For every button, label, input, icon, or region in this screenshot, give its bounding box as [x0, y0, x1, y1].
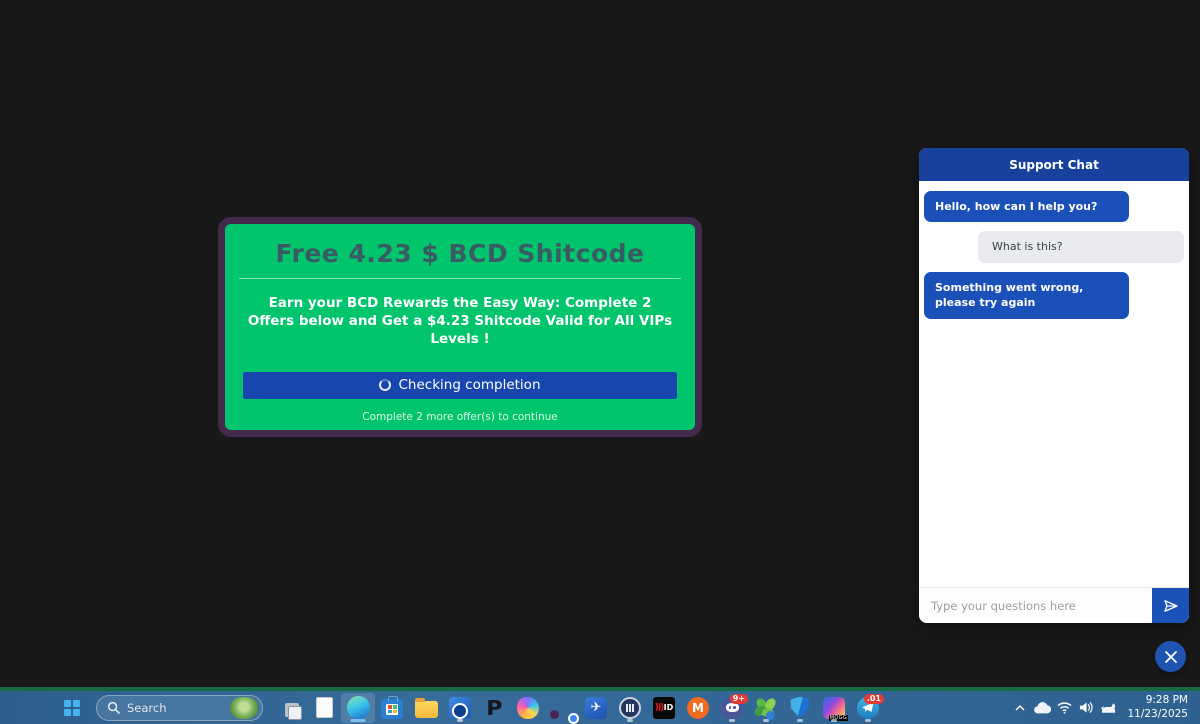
taskbar-icon-plant-app[interactable] — [749, 691, 783, 724]
chevron-up-icon — [1014, 702, 1026, 714]
task-view-button[interactable] — [273, 691, 307, 724]
taskbar-icon-outlook[interactable] — [443, 691, 477, 724]
audio-waves-glyph: ))) — [655, 703, 663, 713]
discord-badge: 9+ — [730, 694, 748, 705]
discord-icon: 9+ — [721, 697, 743, 719]
cloud-icon — [1033, 701, 1051, 715]
p-app-icon: P — [486, 696, 502, 720]
checking-completion-label: Checking completion — [398, 377, 540, 393]
taskbar-icon-notepad[interactable] — [307, 691, 341, 724]
support-chat-header: Support Chat — [919, 148, 1189, 181]
checking-completion-button[interactable]: Checking completion — [243, 372, 677, 399]
bot-message: Something went wrong, please try again — [924, 272, 1129, 319]
taskbar-icon-telegram[interactable]: .01 — [851, 691, 885, 724]
chat-message-list: Hello, how can I help you? What is this?… — [919, 181, 1189, 319]
divider — [239, 278, 681, 279]
monero-icon: M — [687, 697, 709, 719]
search-input[interactable] — [127, 701, 230, 715]
taskbar: P ✈ ))) ID M — [0, 691, 1200, 724]
user-message: What is this? — [978, 231, 1184, 262]
onedrive-tray-button[interactable] — [1031, 691, 1053, 724]
chat-close-button[interactable] — [1155, 641, 1186, 672]
tray-app-icon — [1100, 701, 1117, 714]
edge-icon — [347, 696, 370, 719]
volume-tray-button[interactable] — [1075, 691, 1097, 724]
id-label: ID — [664, 703, 674, 712]
clock-time: 9:28 PM — [1127, 694, 1188, 708]
hidden-icons-button[interactable] — [1009, 691, 1031, 724]
chat-input-row — [919, 587, 1189, 623]
telegram-badge: .01 — [864, 694, 884, 705]
offer-card: Free 4.23 $ BCD Shitcode Earn your BCD R… — [218, 217, 702, 437]
taskbar-search[interactable] — [96, 695, 263, 721]
spinner-icon — [379, 379, 391, 391]
telegram-icon: .01 — [857, 697, 879, 719]
task-view-icon — [276, 694, 304, 722]
windows-logo-icon — [64, 700, 80, 716]
notepad-icon — [316, 697, 333, 718]
taskbar-icon-discord[interactable]: 9+ — [715, 691, 749, 724]
shield-icon — [790, 697, 810, 719]
bot-message: Hello, how can I help you? — [924, 191, 1129, 222]
taskbar-icon-copilot[interactable] — [511, 691, 545, 724]
pinned-apps: P ✈ ))) ID M — [273, 691, 885, 724]
desktop: { "window": { "background": "#191919" },… — [0, 0, 1200, 724]
globe-app-icon — [619, 697, 641, 719]
clock-date: 11/23/2025 — [1127, 708, 1188, 722]
wifi-tray-button[interactable] — [1053, 691, 1075, 724]
microsoft-store-icon — [381, 699, 403, 719]
speaker-icon — [1079, 701, 1094, 714]
file-explorer-icon — [415, 701, 438, 718]
outlook-icon — [449, 697, 471, 719]
airplane-icon: ✈ — [585, 697, 607, 719]
search-daily-image — [230, 697, 258, 719]
mogg-icon: MOGG — [823, 697, 845, 719]
search-icon — [107, 701, 120, 714]
system-tray: 9:28 PM 11/23/2025 — [1009, 691, 1200, 724]
mogg-label: MOGG — [829, 715, 848, 721]
taskbar-icon-travel-app[interactable]: ✈ — [579, 691, 613, 724]
taskbar-icon-edge[interactable] — [341, 693, 375, 723]
tray-app-button[interactable] — [1097, 691, 1119, 724]
taskbar-icon-chrome[interactable] — [545, 691, 579, 724]
send-button[interactable] — [1152, 588, 1189, 623]
x-icon — [1164, 650, 1178, 664]
paper-plane-icon — [1162, 597, 1180, 615]
start-button[interactable] — [58, 694, 86, 722]
taskbar-icon-file-explorer[interactable] — [409, 691, 443, 724]
offer-footer-note: Complete 2 more offer(s) to continue — [225, 411, 695, 423]
leaves-icon — [755, 697, 777, 719]
support-chat-panel: Support Chat Hello, how can I help you? … — [919, 148, 1189, 623]
offer-description: Earn your BCD Rewards the Easy Way: Comp… — [244, 294, 676, 349]
chat-question-input[interactable] — [919, 588, 1152, 623]
taskbar-icon-globe-app[interactable] — [613, 691, 647, 724]
taskbar-icon-store[interactable] — [375, 691, 409, 724]
audio-id-icon: ))) ID — [653, 697, 675, 719]
taskbar-icon-audio-id[interactable]: ))) ID — [647, 691, 681, 724]
offer-title: Free 4.23 $ BCD Shitcode — [225, 239, 695, 268]
taskbar-icon-mogg[interactable]: MOGG — [817, 691, 851, 724]
taskbar-icon-windows-security[interactable] — [783, 691, 817, 724]
copilot-icon — [517, 697, 539, 719]
taskbar-icon-p-app[interactable]: P — [477, 691, 511, 724]
wifi-icon — [1057, 701, 1072, 714]
taskbar-icon-monero[interactable]: M — [681, 691, 715, 724]
chrome-extension-badge — [550, 710, 559, 719]
taskbar-clock[interactable]: 9:28 PM 11/23/2025 — [1127, 694, 1188, 721]
